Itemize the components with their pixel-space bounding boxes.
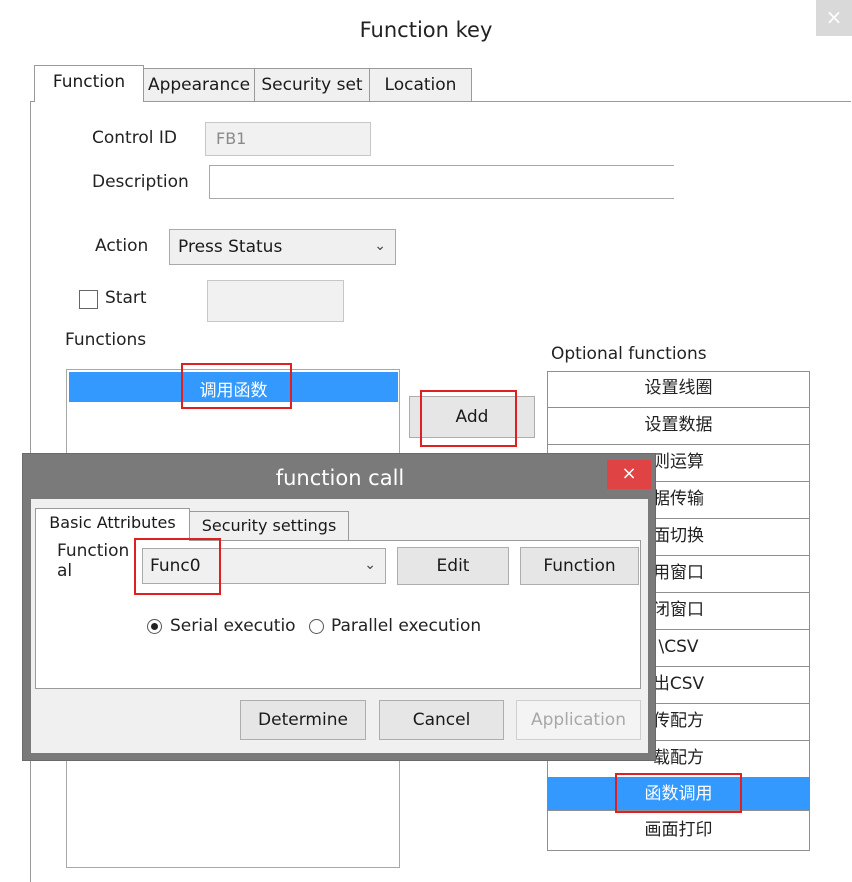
list-item[interactable]: 画面打印 <box>547 811 810 851</box>
edit-button[interactable]: Edit <box>397 547 509 585</box>
tab-function[interactable]: Function <box>34 65 144 102</box>
close-icon[interactable]: × <box>607 460 651 489</box>
parallel-execution-label: Parallel execution <box>331 616 482 636</box>
list-item[interactable]: 设置数据 <box>547 408 810 445</box>
parallel-execution-radio[interactable] <box>309 619 324 634</box>
tab-security-set[interactable]: Security set <box>254 68 370 102</box>
tab-location[interactable]: Location <box>369 68 472 102</box>
description-label: Description <box>92 172 189 192</box>
tab-appearance[interactable]: Appearance <box>143 68 255 102</box>
radio-selected-dot <box>151 623 158 630</box>
serial-execution-label: Serial executio <box>170 616 296 636</box>
start-label: Start <box>105 288 147 308</box>
functional-label: Function al <box>57 541 129 581</box>
title-bar: Function key × <box>0 0 852 62</box>
dialog-title: Function key <box>359 18 493 42</box>
serial-execution-radio[interactable] <box>147 619 162 634</box>
highlight-box <box>420 390 517 447</box>
functional-label-line2: al <box>57 561 73 581</box>
function-button[interactable]: Function <box>520 547 639 585</box>
tab-security-settings[interactable]: Security settings <box>189 511 349 541</box>
functions-label: Functions <box>65 330 147 350</box>
description-field[interactable] <box>209 165 674 199</box>
highlight-box <box>134 538 221 595</box>
cancel-button[interactable]: Cancel <box>379 700 504 740</box>
close-icon[interactable]: × <box>816 0 852 36</box>
highlight-box <box>181 363 292 409</box>
list-item[interactable]: 设置线圈 <box>547 371 810 408</box>
control-id-label: Control ID <box>92 128 177 148</box>
start-checkbox[interactable] <box>79 290 98 309</box>
chevron-down-icon: ⌄ <box>364 557 376 573</box>
action-select[interactable]: Press Status ⌄ <box>169 229 396 265</box>
application-button[interactable]: Application <box>516 700 641 740</box>
highlight-box <box>615 773 742 813</box>
tab-basic-attributes[interactable]: Basic Attributes <box>35 508 190 541</box>
action-value: Press Status <box>178 237 283 257</box>
action-label: Action <box>95 236 149 256</box>
control-id-value: FB1 <box>216 129 247 148</box>
dialog-title: function call <box>275 466 405 490</box>
determine-button[interactable]: Determine <box>240 700 366 740</box>
start-field <box>207 280 344 322</box>
optional-functions-label: Optional functions <box>551 344 707 364</box>
control-id-field: FB1 <box>205 122 371 156</box>
chevron-down-icon: ⌄ <box>374 238 386 254</box>
functional-label-line1: Function <box>57 541 130 561</box>
